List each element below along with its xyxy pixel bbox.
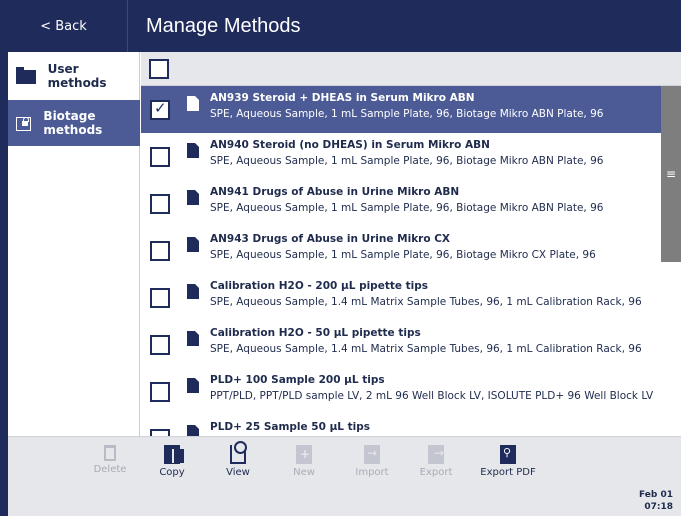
copy-button[interactable]: Copy bbox=[142, 441, 202, 485]
row-checkbox[interactable] bbox=[150, 147, 170, 167]
view-icon bbox=[230, 441, 247, 464]
row-checkbox[interactable] bbox=[150, 241, 170, 261]
row-checkbox[interactable] bbox=[150, 382, 170, 402]
clock-date: Feb 01 bbox=[639, 490, 673, 500]
document-icon bbox=[187, 96, 199, 111]
method-description: SPE, Aqueous Sample, 1.4 mL Matrix Sampl… bbox=[210, 296, 642, 308]
new-label: New bbox=[293, 467, 315, 478]
list-item[interactable]: AN941 Drugs of Abuse in Urine Mikro ABN … bbox=[141, 180, 661, 227]
locked-folder-icon bbox=[16, 117, 32, 131]
delete-button[interactable]: Delete bbox=[80, 441, 140, 485]
bottom-toolbar: Delete Copy View New Import Export Expor… bbox=[8, 436, 681, 486]
delete-label: Delete bbox=[93, 464, 127, 475]
method-name: Calibration H2O - 200 µL pipette tips bbox=[210, 280, 429, 292]
import-label: Import bbox=[355, 467, 389, 478]
method-name: AN939 Steroid + DHEAS in Serum Mikro ABN bbox=[210, 92, 475, 104]
clock: Feb 01 07:18 bbox=[639, 489, 673, 513]
method-name: AN940 Steroid (no DHEAS) in Serum Mikro … bbox=[210, 139, 490, 151]
window-left-edge bbox=[0, 52, 8, 516]
folder-icon bbox=[16, 67, 36, 84]
page-title: Manage Methods bbox=[146, 14, 301, 37]
method-description: SPE, Aqueous Sample, 1 mL Sample Plate, … bbox=[210, 108, 604, 120]
sidebar: User methods Biotage methods bbox=[8, 52, 140, 436]
row-checkbox[interactable] bbox=[150, 429, 170, 436]
sidebar-item-biotage-methods[interactable]: Biotage methods bbox=[8, 100, 140, 146]
methods-list: ✓ AN939 Steroid + DHEAS in Serum Mikro A… bbox=[141, 86, 661, 436]
row-checkbox[interactable] bbox=[150, 335, 170, 355]
document-icon bbox=[187, 378, 199, 393]
sidebar-item-label: User methods bbox=[47, 62, 107, 90]
document-icon bbox=[187, 190, 199, 205]
back-button[interactable]: < Back bbox=[0, 0, 128, 52]
clock-time: 07:18 bbox=[644, 502, 673, 512]
document-icon bbox=[187, 331, 199, 346]
sidebar-item-user-methods[interactable]: User methods bbox=[8, 52, 140, 100]
new-button[interactable]: New bbox=[274, 441, 334, 485]
export-pdf-button[interactable]: Export PDF bbox=[478, 441, 538, 485]
list-item[interactable]: AN943 Drugs of Abuse in Urine Mikro CX S… bbox=[141, 227, 661, 274]
usb-icon bbox=[500, 445, 516, 464]
export-label: Export bbox=[419, 467, 453, 478]
method-name: AN941 Drugs of Abuse in Urine Mikro ABN bbox=[210, 186, 460, 198]
list-item[interactable]: PLD+ 100 Sample 200 µL tips PPT/PLD, PPT… bbox=[141, 368, 661, 415]
copy-icon bbox=[164, 445, 184, 464]
top-bar: < Back Manage Methods bbox=[0, 0, 681, 52]
view-button[interactable]: View bbox=[208, 441, 268, 485]
export-pdf-label: Export PDF bbox=[480, 467, 536, 478]
list-scrollbar[interactable]: ≡ bbox=[661, 86, 681, 436]
method-description: SPE, Aqueous Sample, 1 mL Sample Plate, … bbox=[210, 155, 604, 167]
scrollbar-thumb[interactable]: ≡ bbox=[661, 86, 681, 262]
import-button[interactable]: Import bbox=[342, 441, 402, 485]
list-item[interactable]: Calibration H2O - 200 µL pipette tips SP… bbox=[141, 274, 661, 321]
list-item[interactable]: ✓ AN939 Steroid + DHEAS in Serum Mikro A… bbox=[141, 86, 661, 133]
copy-label: Copy bbox=[159, 467, 185, 478]
export-icon bbox=[428, 445, 444, 464]
list-item[interactable]: PLD+ 25 Sample 50 µL tips bbox=[141, 415, 661, 436]
method-name: PLD+ 100 Sample 200 µL tips bbox=[210, 374, 385, 386]
import-icon bbox=[364, 445, 380, 464]
row-checkbox[interactable] bbox=[150, 288, 170, 308]
method-name: PLD+ 25 Sample 50 µL tips bbox=[210, 421, 371, 433]
document-icon bbox=[187, 143, 199, 158]
list-item[interactable]: AN940 Steroid (no DHEAS) in Serum Mikro … bbox=[141, 133, 661, 180]
row-checkbox[interactable]: ✓ bbox=[150, 99, 170, 120]
checkmark-icon: ✓ bbox=[154, 99, 167, 117]
status-bar: Feb 01 07:18 bbox=[8, 486, 681, 516]
sidebar-item-label: Biotage methods bbox=[43, 109, 103, 137]
grip-icon: ≡ bbox=[666, 167, 677, 181]
method-name: AN943 Drugs of Abuse in Urine Mikro CX bbox=[210, 233, 451, 245]
list-header bbox=[141, 52, 681, 86]
trash-icon bbox=[104, 445, 116, 461]
document-icon bbox=[187, 284, 199, 299]
method-description: SPE, Aqueous Sample, 1 mL Sample Plate, … bbox=[210, 202, 604, 214]
select-all-checkbox[interactable] bbox=[149, 59, 169, 79]
document-icon bbox=[187, 237, 199, 252]
view-label: View bbox=[226, 467, 250, 478]
method-description: SPE, Aqueous Sample, 1.4 mL Matrix Sampl… bbox=[210, 343, 642, 355]
document-icon bbox=[187, 425, 199, 436]
new-document-icon bbox=[296, 445, 312, 464]
method-name: Calibration H2O - 50 µL pipette tips bbox=[210, 327, 421, 339]
method-description: PPT/PLD, PPT/PLD sample LV, 2 mL 96 Well… bbox=[210, 390, 654, 402]
export-button[interactable]: Export bbox=[406, 441, 466, 485]
row-checkbox[interactable] bbox=[150, 194, 170, 214]
method-description: SPE, Aqueous Sample, 1 mL Sample Plate, … bbox=[210, 249, 596, 261]
list-item[interactable]: Calibration H2O - 50 µL pipette tips SPE… bbox=[141, 321, 661, 368]
